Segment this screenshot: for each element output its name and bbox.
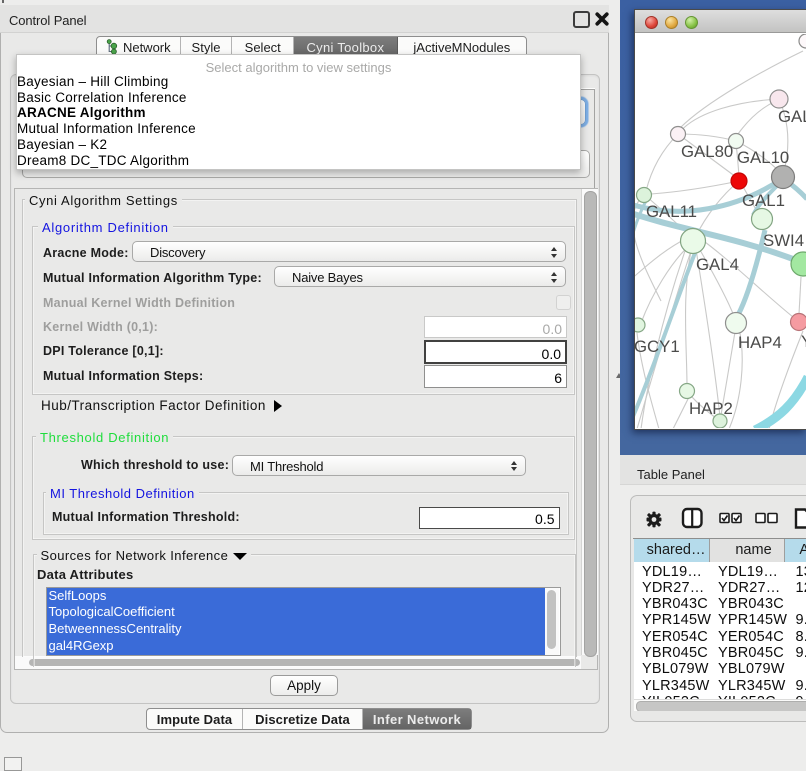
svg-text:SWI4: SWI4: [763, 231, 804, 250]
svg-text:GAL4: GAL4: [696, 255, 739, 274]
svg-text:HAP2: HAP2: [689, 399, 733, 418]
svg-text:YEL: YEL: [801, 332, 806, 351]
svg-text:GAL1: GAL1: [742, 191, 785, 210]
svg-text:GAL7: GAL7: [778, 107, 806, 126]
svg-text:GAL80: GAL80: [681, 142, 733, 161]
svg-text:HAP4: HAP4: [738, 333, 782, 352]
svg-text:GAL10: GAL10: [737, 148, 789, 167]
svg-text:GAL11: GAL11: [646, 202, 697, 221]
svg-text:GCY1: GCY1: [635, 337, 680, 356]
